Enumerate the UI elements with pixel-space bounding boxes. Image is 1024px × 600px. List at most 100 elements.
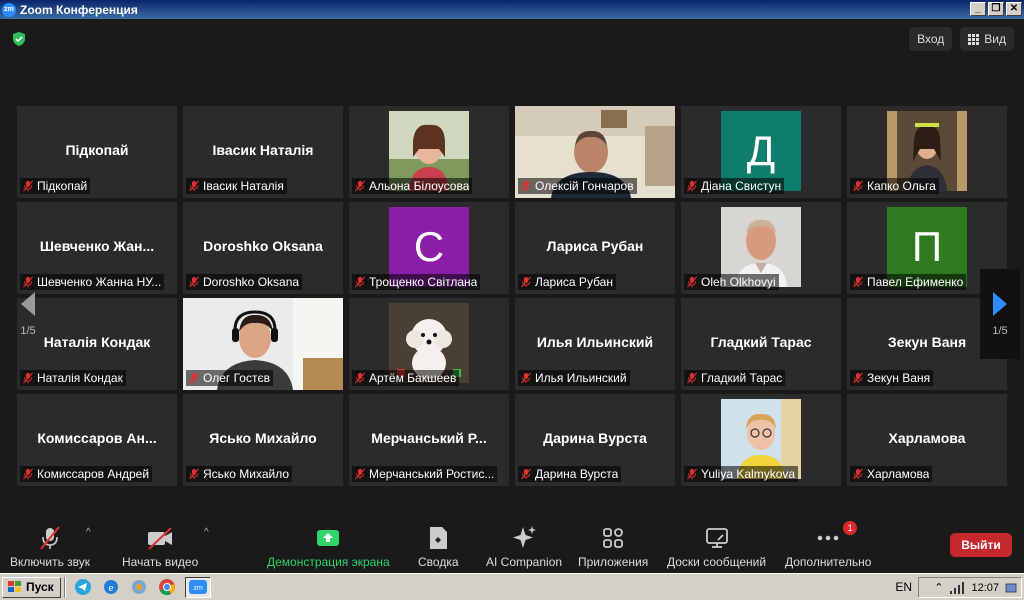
meeting-toolbar: Включить звук ^ Начать видео ^ Демонстра… xyxy=(0,519,1024,573)
zoom-logo-icon: zm xyxy=(2,2,16,17)
participant-tile[interactable]: Doroshko Oksana Doroshko Oksana xyxy=(183,202,343,294)
whiteboards-button[interactable]: Доски сообщений xyxy=(667,525,766,569)
participant-tile[interactable]: С Трощенко Світлана xyxy=(349,202,509,294)
more-button[interactable]: 1 Дополнительно xyxy=(785,521,872,569)
audio-options-caret-icon[interactable]: ^ xyxy=(86,527,91,538)
restore-button[interactable]: ❐ xyxy=(988,2,1004,16)
participant-tile[interactable]: Івасик Наталія Івасик Наталія xyxy=(183,106,343,198)
summary-button[interactable]: Сводка xyxy=(418,525,459,569)
share-screen-button[interactable]: Демонстрация экрана xyxy=(267,525,390,569)
mic-muted-icon xyxy=(23,180,33,192)
participant-display-name: Doroshko Oksana xyxy=(203,238,323,254)
close-button[interactable]: ✕ xyxy=(1006,2,1022,16)
participant-tile[interactable]: Д Діана Свистун xyxy=(681,106,841,198)
meeting-window: Вход Вид Підкопай Підкопай Івасик Наталія І… xyxy=(0,19,1024,573)
participant-tile[interactable]: Харламова Харламова xyxy=(847,394,1007,486)
mic-muted-icon xyxy=(521,372,531,384)
chrome-icon[interactable] xyxy=(156,577,178,597)
language-indicator[interactable]: EN xyxy=(895,580,912,594)
participant-tile[interactable]: Гладкий Тарас Гладкий Тарас xyxy=(681,298,841,390)
participant-name: Харламова xyxy=(867,467,930,481)
participant-name-tag: Наталія Кондак xyxy=(20,370,126,386)
participant-tile[interactable]: Дарина Вурста Дарина Вурста xyxy=(515,394,675,486)
grid-view-icon xyxy=(968,33,980,45)
taskbar-separator xyxy=(63,576,66,598)
participant-tile[interactable]: Илья Ильинский Илья Ильинский xyxy=(515,298,675,390)
participant-display-name: Підкопай xyxy=(65,142,129,158)
enter-button[interactable]: Вход xyxy=(909,27,953,51)
participant-tile[interactable]: Лариса Рубан Лариса Рубан xyxy=(515,202,675,294)
participant-name-tag: Підкопай xyxy=(20,178,91,194)
participant-name-tag: Харламова xyxy=(850,466,933,482)
participant-tile[interactable]: Підкопай Підкопай xyxy=(17,106,177,198)
participant-display-name: Мерчанський Р... xyxy=(371,430,487,446)
participant-name: Oleh Olkhovyi xyxy=(701,275,776,289)
enter-label: Вход xyxy=(917,32,945,46)
participant-tile[interactable]: Yuliya Kalmykova xyxy=(681,394,841,486)
show-desktop-icon[interactable] xyxy=(1005,582,1017,594)
encryption-shield-icon[interactable] xyxy=(11,31,27,47)
participant-name-tag: Дарина Вурста xyxy=(518,466,622,482)
tray-expand-icon[interactable]: ⌃ xyxy=(934,581,943,594)
ai-companion-label: AI Companion xyxy=(486,555,563,569)
unmute-label: Включить звук xyxy=(10,555,91,569)
avatar-initial: С xyxy=(413,223,445,270)
start-video-button[interactable]: Начать видео xyxy=(122,525,198,569)
participant-name: Мерчанський Ростис... xyxy=(369,467,495,481)
participant-tile[interactable]: Олег Гостєв xyxy=(183,298,343,390)
participant-tile[interactable]: Oleh Olkhovyi xyxy=(681,202,841,294)
notification-badge: 1 xyxy=(843,521,858,535)
telegram-icon[interactable] xyxy=(72,577,94,597)
participant-display-name: Харламова xyxy=(888,430,966,446)
windows-taskbar: Пуск e zm EN ⌃ 12:07 xyxy=(0,573,1024,600)
participant-name-tag: Олексій Гончаров xyxy=(518,178,637,194)
view-button[interactable]: Вид xyxy=(960,27,1014,51)
participant-tile[interactable]: Альона Білоусова xyxy=(349,106,509,198)
unmute-button[interactable]: Включить звук xyxy=(10,525,90,569)
mic-muted-icon xyxy=(189,180,199,192)
apps-icon xyxy=(601,525,625,551)
participant-name-tag: Мерчанський Ростис... xyxy=(352,466,498,482)
next-page-button[interactable]: 1/5 xyxy=(980,269,1020,359)
more-label: Дополнительно xyxy=(785,555,872,569)
participant-tile[interactable]: Мерчанський Р... Мерчанський Ростис... xyxy=(349,394,509,486)
mic-muted-icon xyxy=(521,468,531,480)
participant-name-tag: Oleh Olkhovyi xyxy=(684,274,779,290)
page-indicator-left: 1/5 xyxy=(20,325,36,337)
mic-muted-icon xyxy=(853,276,863,288)
signal-icon[interactable] xyxy=(949,581,965,594)
leave-meeting-button[interactable]: Выйти xyxy=(950,533,1012,557)
mic-muted-icon xyxy=(355,372,365,384)
participant-tile[interactable]: Ясько Михайло Ясько Михайло xyxy=(183,394,343,486)
participant-name: Павел Ефименко xyxy=(867,275,964,289)
system-tray: ⌃ 12:07 xyxy=(918,577,1022,598)
participant-tile[interactable]: Артём Бакшеев xyxy=(349,298,509,390)
minimize-button[interactable]: _ xyxy=(970,2,986,16)
participant-tile[interactable]: Комиссаров Ан... Комиссаров Андрей xyxy=(17,394,177,486)
participant-tile[interactable]: Капко Ольга xyxy=(847,106,1007,198)
previous-page-button[interactable]: 1/5 xyxy=(8,269,48,359)
participant-name: Олексій Гончаров xyxy=(535,179,634,193)
participant-name: Наталія Кондак xyxy=(37,371,123,385)
share-screen-icon xyxy=(315,525,341,551)
participant-name: Івасик Наталія xyxy=(203,179,284,193)
zoom-task-button[interactable]: zm xyxy=(184,576,211,598)
mic-muted-icon xyxy=(521,180,531,192)
mic-muted-icon xyxy=(687,468,697,480)
participant-name: Гладкий Тарас xyxy=(701,371,783,385)
internet-explorer-icon[interactable]: e xyxy=(100,577,122,597)
start-button[interactable]: Пуск xyxy=(2,576,61,598)
participant-name-tag: Артём Бакшеев xyxy=(352,370,460,386)
ai-companion-button[interactable]: AI Companion xyxy=(486,525,562,569)
mic-muted-icon xyxy=(853,372,863,384)
participant-tile[interactable]: Олексій Гончаров xyxy=(515,106,675,198)
video-options-caret-icon[interactable]: ^ xyxy=(204,527,209,538)
participant-display-name: Івасик Наталія xyxy=(212,142,314,158)
mic-muted-icon xyxy=(687,180,697,192)
whiteboards-label: Доски сообщений xyxy=(667,555,767,569)
participant-display-name: Илья Ильинский xyxy=(536,334,654,350)
media-player-icon[interactable] xyxy=(128,577,150,597)
apps-button[interactable]: Приложения xyxy=(578,525,648,569)
mic-muted-icon xyxy=(853,468,863,480)
arrow-right-icon xyxy=(993,292,1007,316)
